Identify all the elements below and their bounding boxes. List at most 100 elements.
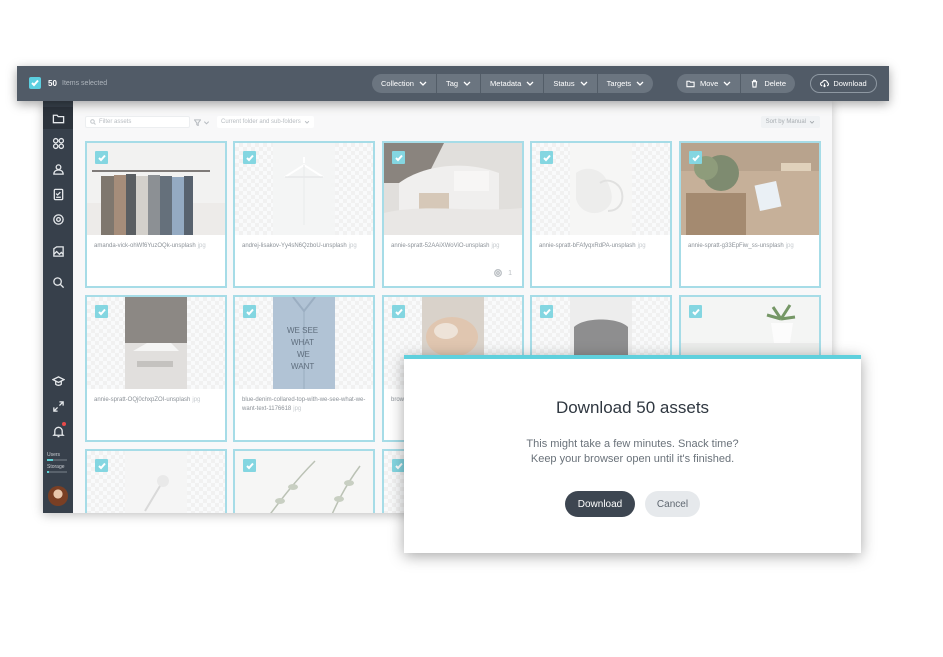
chevron-down-icon	[580, 81, 588, 86]
sort-label: Sort by Manual	[765, 119, 806, 125]
asset-card[interactable]: annie-spratt-bFAfyqxRdPA-unsplash jpg	[530, 141, 672, 288]
asset-checkbox[interactable]	[243, 151, 256, 164]
comment-count: 1	[508, 269, 512, 277]
asset-card[interactable]: annie-spratt-52AAiXWoViO-unsplash jpg 1	[382, 141, 524, 288]
asset-name: annie-spratt-52AAiXWoViO-unsplash	[391, 243, 490, 249]
select-all-checkbox[interactable]	[29, 77, 41, 89]
check-icon	[31, 79, 39, 87]
expand-icon[interactable]	[51, 399, 65, 413]
asset-checkbox[interactable]	[540, 305, 553, 318]
delete-button[interactable]: Delete	[741, 74, 795, 93]
avatar[interactable]	[48, 486, 68, 506]
white-fabric-photo	[570, 143, 632, 235]
asset-card[interactable]: annie-spratt-g33EpFiw_ss-unsplash jpg	[679, 141, 821, 288]
people-icon[interactable]	[51, 162, 65, 176]
scope-label: Current folder and sub-folders	[221, 119, 301, 125]
filter-search-icon	[90, 119, 96, 125]
bulk-edit-group: Collection Tag Metadata Status Targets	[372, 74, 654, 93]
storage-label: Storage	[47, 464, 65, 470]
cancel-button[interactable]: Cancel	[645, 491, 700, 517]
tasks-icon[interactable]	[51, 187, 65, 201]
funnel-icon	[194, 118, 201, 126]
check-icon	[245, 462, 254, 469]
asset-extension: jpg	[192, 397, 201, 403]
download-label: Download	[833, 79, 867, 88]
asset-card[interactable]: annie-spratt-OQj0chxpZOI-unsplash jpg	[85, 295, 227, 442]
check-icon	[245, 154, 254, 161]
chevron-down-icon	[809, 120, 815, 124]
svg-text:WANT: WANT	[291, 362, 314, 371]
move-button[interactable]: Move	[677, 74, 742, 93]
asset-checkbox[interactable]	[243, 305, 256, 318]
selected-label: Items selected	[62, 80, 108, 87]
settings-icon[interactable]	[51, 212, 65, 226]
folder-icon[interactable]	[51, 111, 65, 125]
collection-dropdown[interactable]: Collection	[372, 74, 437, 93]
bell-icon[interactable]	[51, 424, 65, 438]
asset-meta: 1	[494, 269, 512, 277]
asset-checkbox[interactable]	[392, 151, 405, 164]
modal-body: This might take a few minutes. Snack tim…	[404, 437, 861, 467]
modal-line-1: This might take a few minutes. Snack tim…	[526, 438, 739, 450]
chevron-down-icon	[636, 81, 644, 86]
status-dropdown[interactable]: Status	[544, 74, 598, 93]
tag-dropdown[interactable]: Tag	[437, 74, 482, 93]
asset-checkbox[interactable]	[95, 305, 108, 318]
asset-card[interactable]	[85, 449, 227, 513]
academy-icon[interactable]	[51, 374, 65, 388]
asset-filename: amanda-vick-ohWf6YuzOQk-unsplash jpg	[94, 242, 218, 251]
svg-text:WE: WE	[297, 350, 310, 359]
asset-checkbox[interactable]	[95, 151, 108, 164]
sort-dropdown[interactable]: Sort by Manual	[760, 116, 820, 128]
filter-placeholder: Filter assets	[99, 119, 132, 125]
delete-label: Delete	[764, 79, 787, 88]
modal-title: Download 50 assets	[555, 398, 710, 417]
chevron-down-icon	[723, 81, 731, 86]
chevron-down-icon	[304, 120, 309, 124]
asset-filename: andrej-lisakov-Yy4sN6QzboU-unsplash jpg	[242, 242, 366, 251]
search-icon[interactable]	[51, 275, 65, 289]
collection-label: Collection	[381, 79, 414, 88]
filter-type-dropdown[interactable]	[194, 118, 214, 126]
chevron-down-icon	[463, 81, 471, 86]
collections-icon[interactable]	[51, 136, 65, 150]
bulk-action-group: Move Delete	[677, 74, 796, 93]
stage: Users Storage Filter assets Current fold…	[0, 0, 943, 657]
selection-toolbar: 50 Items selected Collection Tag Metadat…	[17, 66, 889, 101]
scope-dropdown[interactable]: Current folder and sub-folders	[217, 116, 314, 128]
asset-checkbox[interactable]	[689, 305, 702, 318]
asset-filename: annie-spratt-52AAiXWoViO-unsplash jpg	[391, 242, 515, 251]
confirm-download-button[interactable]: Download	[565, 491, 635, 517]
metadata-label: Metadata	[490, 79, 522, 88]
download-button[interactable]: Download	[810, 74, 877, 93]
check-icon	[97, 154, 106, 161]
asset-checkbox[interactable]	[95, 459, 108, 472]
asset-checkbox[interactable]	[243, 459, 256, 472]
check-icon	[691, 308, 700, 315]
check-icon	[97, 462, 106, 469]
asset-card[interactable]	[233, 449, 375, 513]
asset-extension: jpg	[491, 243, 500, 249]
comment-icon[interactable]	[494, 269, 503, 277]
check-icon	[394, 462, 403, 469]
check-icon	[394, 308, 403, 315]
white-flower-photo	[125, 451, 187, 513]
gallery-icon[interactable]	[51, 244, 65, 258]
asset-checkbox[interactable]	[540, 151, 553, 164]
metadata-dropdown[interactable]: Metadata	[481, 74, 545, 93]
targets-dropdown[interactable]: Targets	[598, 74, 654, 93]
move-label: Move	[700, 79, 719, 88]
filter-assets-input[interactable]: Filter assets	[85, 116, 190, 128]
asset-checkbox[interactable]	[689, 151, 702, 164]
filter-bar: Filter assets Current folder and sub-fol…	[85, 116, 314, 128]
trash-icon	[752, 79, 758, 88]
users-label: Users	[47, 452, 61, 458]
check-icon	[542, 308, 551, 315]
selected-count: 50	[48, 79, 57, 88]
asset-card[interactable]: andrej-lisakov-Yy4sN6QzboU-unsplash jpg	[233, 141, 375, 288]
status-label: Status	[553, 79, 575, 88]
asset-checkbox[interactable]	[392, 305, 405, 318]
asset-card[interactable]: WE SEE WHAT WE WANT blue-denim-collared-…	[233, 295, 375, 442]
asset-card[interactable]: amanda-vick-ohWf6YuzOQk-unsplash jpg	[85, 141, 227, 288]
folder-icon	[686, 80, 695, 88]
